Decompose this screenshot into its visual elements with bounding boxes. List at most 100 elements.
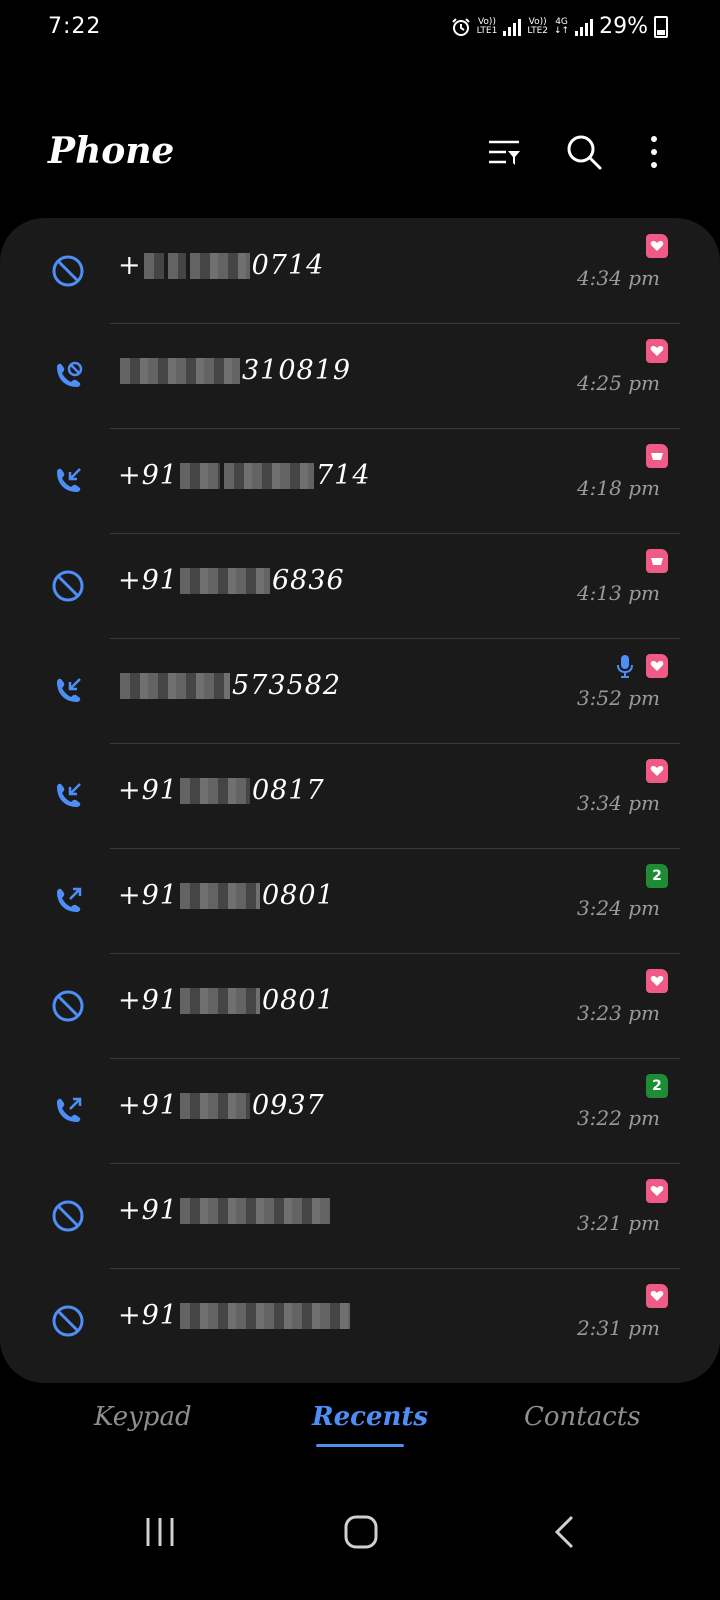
call-log-row[interactable]: +91 0801 2 3:24 pm [0, 848, 720, 954]
sim1-heart-icon [646, 1284, 668, 1308]
call-time: 3:24 pm [576, 896, 660, 920]
network-type: 4G ↓↑ [554, 16, 570, 36]
incoming-call-icon [48, 461, 88, 501]
call-log-row[interactable]: +91 0801 3:23 pm [0, 953, 720, 1059]
caller-number: 310819 [118, 355, 351, 386]
number-prefix: + [118, 250, 142, 281]
sim2-icon: 2 [646, 864, 668, 888]
status-indicators: Vo)) LTE1 Vo)) LTE2 4G ↓↑ 29% [451, 14, 668, 39]
more-options-icon[interactable] [632, 130, 676, 174]
number-suffix: 0817 [251, 775, 325, 806]
sim1-heart-icon [646, 1179, 668, 1203]
blocked-call-icon [48, 986, 88, 1026]
redacted-digits [223, 462, 314, 489]
blocked-number-call-icon [48, 356, 88, 396]
number-suffix: 0801 [261, 985, 335, 1016]
number-prefix: +91 [118, 985, 178, 1016]
call-log-row[interactable]: +91 0817 3:34 pm [0, 743, 720, 849]
number-suffix: 6836 [271, 565, 345, 596]
redacted-digits [179, 1302, 350, 1329]
number-prefix: +91 [118, 1195, 178, 1226]
tab-keypad[interactable]: Keypad [94, 1402, 192, 1432]
redacted-digits [179, 777, 250, 804]
sim1-heart-icon [646, 969, 668, 993]
call-log-row[interactable]: 573582 3:52 pm [0, 638, 720, 744]
volte2-label: Vo)) LTE2 [527, 16, 548, 36]
redacted-digits [189, 252, 250, 279]
blocked-call-icon [48, 566, 88, 606]
search-icon[interactable] [562, 130, 606, 174]
call-time: 3:34 pm [576, 791, 660, 815]
home-icon [344, 1515, 378, 1549]
volte1-label: Vo)) LTE1 [476, 16, 498, 36]
caller-number: +91 0801 [118, 985, 335, 1016]
redacted-digits [167, 252, 186, 279]
redacted-digits [179, 882, 260, 909]
number-suffix: 0714 [251, 250, 325, 281]
signal-sim1-icon [503, 18, 522, 36]
redacted-digits [120, 357, 240, 384]
call-time: 3:22 pm [576, 1106, 660, 1130]
recent-apps-button[interactable] [130, 1510, 190, 1554]
call-time: 4:34 pm [576, 266, 660, 290]
call-time: 3:21 pm [576, 1211, 660, 1235]
number-prefix: +91 [118, 1300, 178, 1331]
blocked-call-icon [48, 1301, 88, 1341]
call-log-row[interactable]: 310819 4:25 pm [0, 323, 720, 429]
outgoing-call-icon [48, 881, 88, 921]
caller-number: +91 6836 [118, 565, 345, 596]
call-time: 4:18 pm [576, 476, 660, 500]
back-button[interactable] [534, 1510, 594, 1554]
number-prefix: +91 [118, 880, 178, 911]
number-suffix: 310819 [242, 355, 352, 386]
call-log-row[interactable]: +0714 4:34 pm [0, 218, 720, 324]
call-log-row[interactable]: +91 3:21 pm [0, 1163, 720, 1269]
redacted-digits [179, 1197, 330, 1224]
sim1-heart-icon [646, 654, 668, 678]
incoming-call-icon [48, 671, 88, 711]
blocked-call-icon [48, 251, 88, 291]
sim1-card-icon [646, 549, 668, 573]
back-icon [554, 1515, 574, 1549]
redacted-digits [179, 567, 270, 594]
call-time: 4:25 pm [576, 371, 660, 395]
filter-icon[interactable] [482, 130, 526, 174]
redacted-digits [179, 987, 260, 1014]
outgoing-call-icon [48, 1091, 88, 1131]
blocked-call-icon [48, 1196, 88, 1236]
battery-icon [654, 15, 668, 38]
number-prefix: +91 [118, 1090, 178, 1121]
alarm-icon [451, 17, 470, 36]
number-suffix: 573582 [232, 670, 342, 701]
caller-number: +91 0817 [118, 775, 325, 806]
call-time: 4:13 pm [576, 581, 660, 605]
status-time: 7:22 [48, 14, 102, 39]
signal-sim2-icon [575, 18, 594, 36]
tab-contacts[interactable]: Contacts [524, 1402, 641, 1432]
caller-number: 573582 [118, 670, 341, 701]
caller-number: +91 [118, 1195, 332, 1226]
call-recording-mic-icon [614, 654, 636, 678]
call-log-row[interactable]: +91 2:31 pm [0, 1268, 720, 1374]
redacted-digits [120, 672, 230, 699]
caller-number: +91 714 [118, 460, 371, 491]
sim1-card-icon [646, 444, 668, 468]
home-button[interactable] [331, 1510, 391, 1554]
battery-percent: 29% [599, 14, 648, 39]
active-tab-indicator [316, 1444, 404, 1447]
bottom-tabs: Keypad Recents Contacts [0, 1390, 720, 1460]
incoming-call-icon [48, 776, 88, 816]
number-prefix: +91 [118, 460, 178, 491]
tab-recents[interactable]: Recents [312, 1402, 428, 1432]
caller-number: +91 0937 [118, 1090, 325, 1121]
call-log-row[interactable]: +91 0937 2 3:22 pm [0, 1058, 720, 1164]
number-prefix: +91 [118, 565, 178, 596]
call-log-row[interactable]: +91 6836 4:13 pm [0, 533, 720, 639]
call-log-row[interactable]: +91 714 4:18 pm [0, 428, 720, 534]
recents-call-list: +0714 4:34 pm 310819 4:25 pm +91 714 4:18 pm +9… [0, 218, 720, 1383]
caller-number: +91 0801 [118, 880, 335, 911]
page-title: Phone [48, 130, 175, 172]
call-time: 3:52 pm [576, 686, 660, 710]
system-nav-bar [0, 1510, 720, 1600]
sim1-heart-icon [646, 234, 668, 258]
